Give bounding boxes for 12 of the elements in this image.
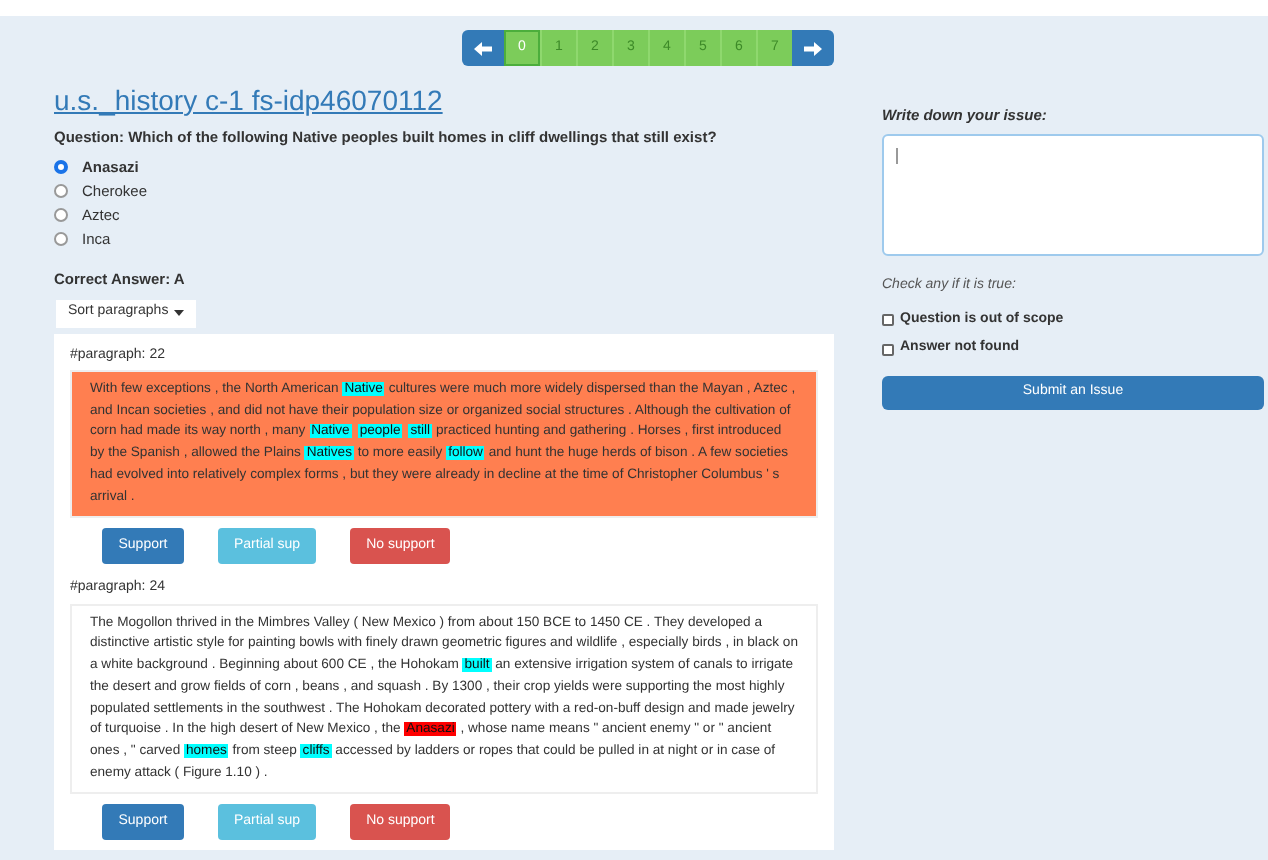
- page-title[interactable]: u.s._history c-1 fs-idp46070112: [54, 82, 834, 118]
- radio-button[interactable]: [54, 183, 68, 198]
- checkbox[interactable]: [882, 314, 894, 326]
- next-arrow-button[interactable]: [792, 30, 834, 66]
- radio-button[interactable]: [54, 207, 68, 222]
- previous-arrow-button[interactable]: [462, 30, 504, 66]
- right-arrow-icon: [804, 41, 822, 55]
- checkbox[interactable]: [882, 343, 894, 355]
- left-arrow-icon: [474, 41, 492, 55]
- radio-button[interactable]: [54, 231, 68, 246]
- caret-icon: [174, 310, 185, 316]
- radio-button[interactable]: [54, 159, 68, 174]
